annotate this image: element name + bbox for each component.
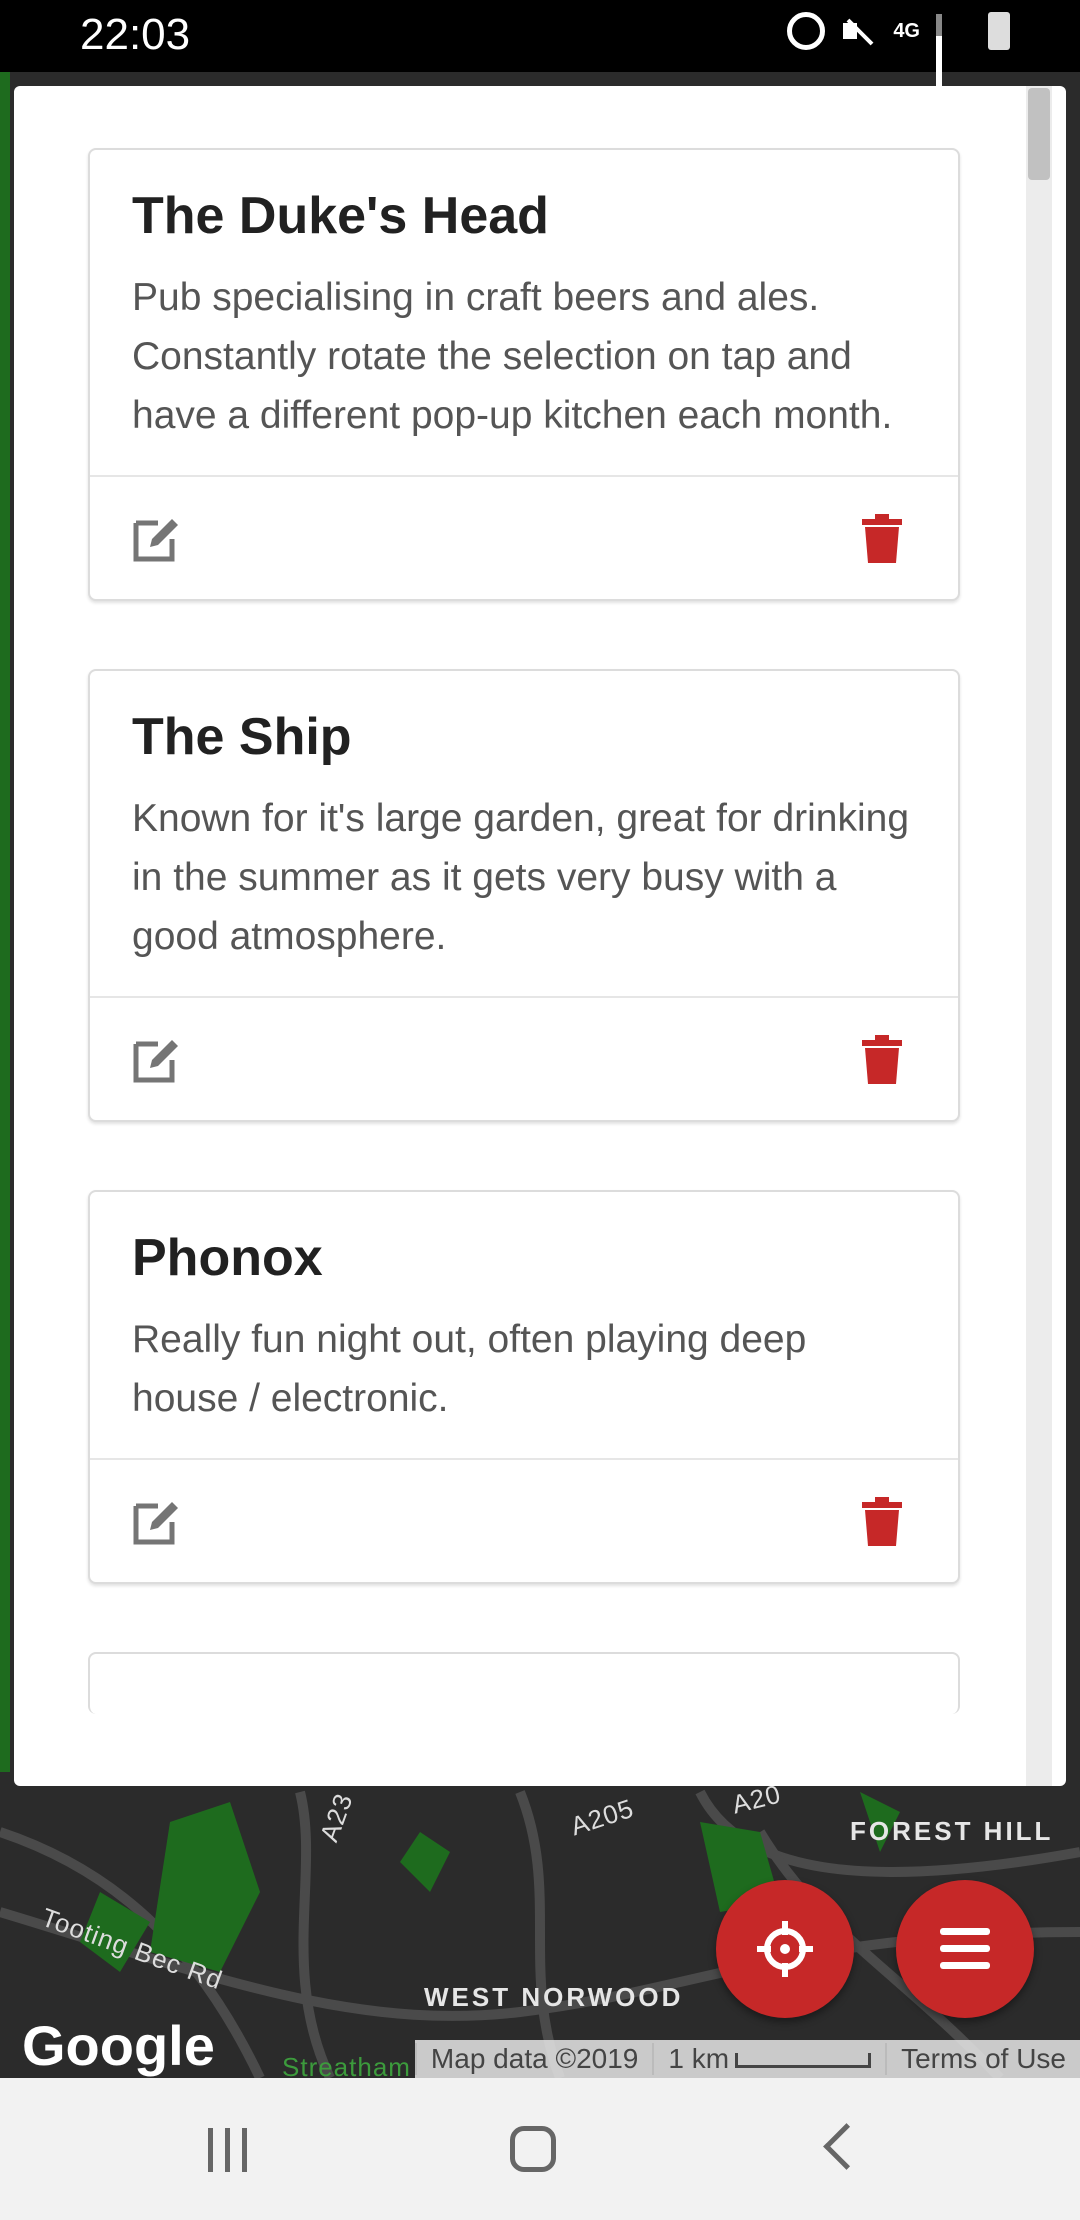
card-body: The Duke's Head Pub specialising in craf… <box>90 150 958 475</box>
place-description: Really fun night out, often playing deep… <box>132 1318 807 1420</box>
map-label-streatham: Streatham <box>282 2052 411 2078</box>
place-description: Pub specialising in craft beers and ales… <box>132 276 893 437</box>
place-card-partial <box>88 1652 960 1714</box>
edit-icon[interactable] <box>132 1496 182 1546</box>
trash-icon[interactable] <box>862 513 902 563</box>
home-icon[interactable] <box>510 2126 556 2172</box>
scale-bar <box>735 2053 872 2069</box>
status-icons: 4G <box>787 12 1010 88</box>
place-title: The Ship <box>132 708 352 766</box>
map-label-west-norwood: WEST NORWOOD <box>424 1982 684 2012</box>
scrollbar-track[interactable] <box>1026 86 1052 1786</box>
locate-button[interactable] <box>716 1880 854 2018</box>
back-icon[interactable] <box>823 2123 870 2170</box>
alarm-icon <box>787 12 826 50</box>
battery-icon <box>988 12 1010 50</box>
map-scale-label: 1 km <box>668 2043 730 2074</box>
card-body: The Ship Known for it's large garden, gr… <box>90 671 958 996</box>
trash-icon[interactable] <box>862 1496 902 1546</box>
places-panel[interactable]: The Duke's Head Pub specialising in craf… <box>14 86 1066 1786</box>
trash-icon[interactable] <box>862 1034 902 1084</box>
google-logo: Google <box>22 2014 215 2077</box>
place-card: Phonox Really fun night out, often playi… <box>88 1190 960 1584</box>
menu-button[interactable] <box>896 1880 1034 2018</box>
terms-link[interactable]: Terms of Use <box>885 2043 1080 2075</box>
map-data-text: Map data ©2019 <box>414 2043 652 2075</box>
hamburger-icon <box>940 1928 990 1969</box>
recent-apps-icon[interactable] <box>208 2128 247 2172</box>
place-title: The Duke's Head <box>132 187 549 245</box>
map-attribution: Map data ©2019 1 km Terms of Use <box>414 2040 1080 2078</box>
place-card: The Ship Known for it's large garden, gr… <box>88 669 960 1122</box>
map-scale[interactable]: 1 km <box>652 2043 885 2075</box>
network-type: 4G <box>893 20 920 42</box>
edit-icon[interactable] <box>132 1034 182 1084</box>
place-description: Known for it's large garden, great for d… <box>132 797 910 958</box>
place-card: The Duke's Head Pub specialising in craf… <box>88 148 960 601</box>
card-footer <box>90 475 958 599</box>
card-footer <box>90 1458 958 1582</box>
status-time: 22:03 <box>80 10 191 59</box>
card-footer <box>90 996 958 1120</box>
card-body: Phonox Really fun night out, often playi… <box>90 1192 958 1458</box>
scrollbar-thumb[interactable] <box>1028 88 1050 180</box>
system-nav-bar <box>0 2078 1080 2220</box>
status-bar: 22:03 4G <box>0 0 1080 88</box>
crosshair-icon <box>757 1921 813 1977</box>
mute-icon <box>841 13 877 49</box>
signal-icon <box>936 14 972 88</box>
map-label-forest-hill: FOREST HILL <box>850 1816 1054 1846</box>
edit-icon[interactable] <box>132 513 182 563</box>
places-list: The Duke's Head Pub specialising in craf… <box>88 148 960 1714</box>
place-title: Phonox <box>132 1229 323 1287</box>
